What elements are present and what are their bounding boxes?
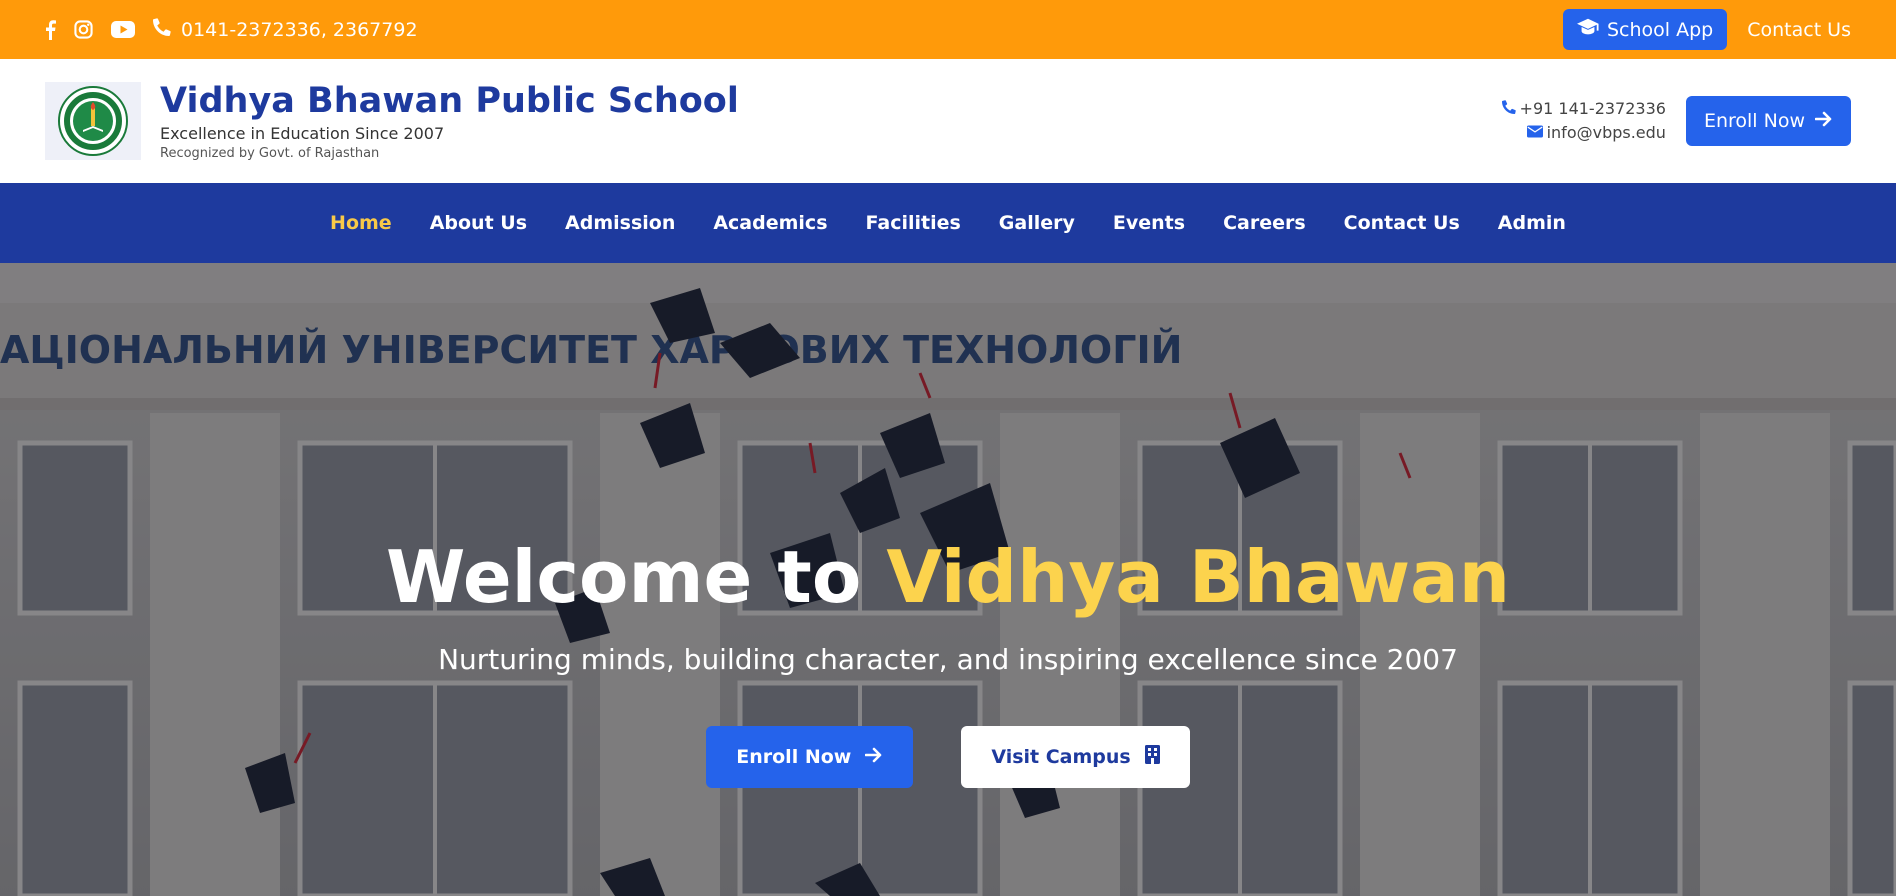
arrow-right-icon (1805, 110, 1833, 132)
header-enroll-label: Enroll Now (1703, 110, 1805, 132)
youtube-icon[interactable] (111, 21, 135, 38)
main-nav: Home About Us Admission Academics Facili… (0, 183, 1896, 263)
school-app-button[interactable]: School App (1562, 9, 1728, 50)
nav-home[interactable]: Home (330, 212, 392, 234)
school-recognition: Recognized by Govt. of Rajasthan (160, 145, 380, 161)
phone-icon (153, 18, 181, 41)
graduation-cap-icon (1576, 18, 1607, 41)
school-logo (45, 82, 141, 160)
header-right: +91 141-2372336 info@vbps.edu Enroll Now (1501, 96, 1851, 146)
school-app-label: School App (1606, 18, 1714, 41)
social-links (45, 19, 153, 40)
envelope-icon (1526, 121, 1547, 145)
top-bar-left: 0141-2372336, 2367792 (45, 18, 418, 41)
header-email[interactable]: info@vbps.edu (1502, 121, 1666, 145)
nav-admission[interactable]: Admission (565, 212, 675, 234)
header-enroll-button[interactable]: Enroll Now (1685, 96, 1851, 146)
top-phone-text: 0141-2372336, 2367792 (181, 18, 418, 41)
building-icon (1131, 745, 1160, 769)
top-bar: 0141-2372336, 2367792 School App Contact… (0, 0, 1896, 59)
header-email-text: info@vbps.edu (1546, 123, 1666, 142)
header-contact: +91 141-2372336 info@vbps.edu (1501, 97, 1666, 145)
nav-gallery[interactable]: Gallery (999, 212, 1075, 234)
nav-events[interactable]: Events (1113, 212, 1185, 234)
top-contact-link[interactable]: Contact Us (1747, 19, 1851, 41)
nav-admin[interactable]: Admin (1498, 212, 1566, 234)
hero-subtitle: Nurturing minds, building character, and… (438, 643, 1458, 676)
visit-campus-button[interactable]: Visit Campus (961, 726, 1190, 788)
instagram-icon[interactable] (74, 20, 93, 39)
hero-enroll-button[interactable]: Enroll Now (706, 726, 914, 788)
nav-facilities[interactable]: Facilities (866, 212, 961, 234)
nav-contact-us[interactable]: Contact Us (1344, 212, 1460, 234)
header-phone[interactable]: +91 141-2372336 (1501, 97, 1666, 121)
nav-careers[interactable]: Careers (1223, 212, 1306, 234)
hero-content: Welcome to Vidhya Bhawan Nurturing minds… (0, 541, 1896, 788)
school-tagline: Excellence in Education Since 2007 (160, 123, 445, 143)
hero-section: АЦІОНАЛЬНИЙ УНІВЕРСИТЕТ ХАРЧОВИХ ТЕХНОЛО… (0, 263, 1896, 896)
visit-campus-label: Visit Campus (991, 746, 1131, 768)
nav-academics[interactable]: Academics (713, 212, 827, 234)
school-name: Vidhya Bhawan Public School (160, 81, 739, 122)
facebook-icon[interactable] (45, 19, 56, 40)
nav-about-us[interactable]: About Us (430, 212, 527, 234)
arrow-right-icon (851, 746, 883, 768)
hero-title-prefix: Welcome to (386, 535, 887, 619)
brand[interactable]: Vidhya Bhawan Public School Excellence i… (45, 81, 739, 161)
header-phone-text: +91 141-2372336 (1519, 99, 1666, 118)
top-phone[interactable]: 0141-2372336, 2367792 (153, 18, 418, 41)
top-bar-right: School App Contact Us (1562, 9, 1851, 50)
hero-title-highlight: Vidhya Bhawan (886, 535, 1510, 619)
brand-text: Vidhya Bhawan Public School Excellence i… (160, 81, 739, 160)
hero-title: Welcome to Vidhya Bhawan (0, 541, 1896, 613)
hero-enroll-label: Enroll Now (736, 746, 852, 768)
hero-buttons: Enroll Now Visit Campus (0, 726, 1896, 788)
site-header: Vidhya Bhawan Public School Excellence i… (0, 59, 1896, 183)
phone-icon (1501, 97, 1520, 121)
